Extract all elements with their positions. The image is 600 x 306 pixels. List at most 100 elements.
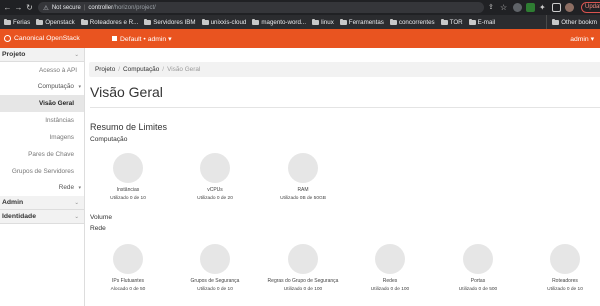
sidebar-item-key-pairs[interactable]: Pares de Chave — [0, 146, 84, 163]
network-heading: Rede — [90, 225, 106, 232]
sidebar-group-network[interactable]: Rede ▾ — [0, 180, 84, 196]
bookmarks-bar: Ferias Openstack Roteadores e R... Servi… — [0, 15, 600, 29]
pie-label: vCPUs — [207, 187, 223, 193]
pie-label: Portas — [470, 278, 486, 284]
breadcrumb-separator: / — [118, 66, 121, 73]
bookmark-folder[interactable]: E-mail — [468, 18, 496, 26]
sidebar-item-overview[interactable]: Visão Geral — [0, 95, 84, 112]
sidebar-section-admin[interactable]: Admin ⌄ — [0, 196, 84, 210]
folder-icon — [312, 18, 320, 25]
avatar[interactable] — [565, 3, 574, 12]
update-button[interactable]: Update — [581, 2, 600, 13]
sidebar-group-compute[interactable]: Computação ▾ — [0, 79, 84, 95]
pie-label: Regras do Grupo de Segurança — [267, 278, 339, 284]
sidebar-item-api-access[interactable]: Acesso à API — [0, 62, 84, 79]
chevron-down-icon: ⌄ — [74, 51, 79, 58]
address-bar[interactable]: ⚠ Not secure | controller /horizon/proje… — [38, 2, 484, 13]
folder-icon — [440, 18, 448, 25]
extension-icon[interactable] — [513, 3, 522, 12]
extension-icon[interactable] — [526, 3, 535, 12]
folder-icon — [144, 18, 152, 25]
bookmark-label: magento-word... — [261, 18, 307, 26]
url-path: /horizon/project/ — [113, 4, 156, 11]
top-navbar: Canonical OpenStack Default • admin ▾ ad… — [0, 29, 600, 48]
project-icon — [112, 36, 117, 41]
bookmark-label: E-mail — [477, 18, 496, 26]
group-label: Rede — [58, 184, 74, 191]
pie-usage: Alocado 0 de 50 — [110, 287, 146, 292]
bookmark-folder[interactable]: Ferramentas — [339, 18, 384, 26]
brand-logo[interactable]: Canonical OpenStack — [0, 35, 112, 42]
forward-icon[interactable]: → — [13, 3, 24, 12]
section-label: Projeto — [2, 51, 26, 58]
browser-toolbar: ← → ↻ ⚠ Not secure | controller /horizon… — [0, 0, 600, 15]
pie-usage: Utilizado 0 de 20 — [197, 196, 233, 201]
other-bookmarks[interactable]: Other bookm — [546, 15, 600, 29]
chevron-down-icon: ▾ — [78, 185, 81, 191]
chevron-down-icon: ▾ — [78, 84, 81, 90]
bookmark-folder[interactable]: linux — [312, 18, 334, 26]
ram-pie-chart — [288, 153, 318, 183]
project-selector-label: Default • admin ▾ — [120, 35, 172, 43]
sidebar-toggle-icon[interactable] — [552, 3, 561, 12]
openstack-logo-icon — [4, 35, 11, 42]
breadcrumb-item[interactable]: Computação — [123, 66, 159, 73]
folder-icon — [36, 18, 44, 25]
sidebar-item-images[interactable]: Imagens — [0, 129, 84, 146]
puzzle-icon[interactable]: ✦ — [539, 3, 548, 12]
pie-label: IPs Flutuantes — [112, 278, 144, 284]
chevron-down-icon: ⌄ — [74, 199, 79, 206]
breadcrumb-item[interactable]: Projeto — [95, 66, 115, 73]
bookmark-label: Openstack — [45, 18, 75, 26]
sidebar-item-instances[interactable]: Instâncias — [0, 112, 84, 129]
pie-usage: Utilizado 0 de 100 — [283, 287, 323, 292]
breadcrumb-separator: / — [162, 66, 165, 73]
group-label: Computação — [37, 83, 74, 90]
star-icon[interactable]: ☆ — [500, 3, 509, 12]
sidebar-item-server-groups[interactable]: Grupos de Servidores — [0, 163, 84, 180]
bookmark-folder[interactable]: concorrentes — [389, 18, 435, 26]
bookmark-folder[interactable]: Openstack — [36, 18, 75, 26]
security-group-rules-pie-chart — [288, 244, 318, 274]
pie-label: Redes — [382, 278, 398, 284]
section-label: Identidade — [2, 213, 36, 220]
url-separator: | — [83, 4, 86, 11]
bookmark-folder[interactable]: TOR — [440, 18, 463, 26]
user-menu[interactable]: admin ▾ — [570, 35, 594, 43]
url-host: controller — [88, 4, 114, 11]
folder-icon — [552, 18, 560, 25]
breadcrumb-current: Visão Geral — [167, 66, 201, 73]
folder-icon — [468, 18, 476, 25]
bookmark-folder[interactable]: unixxis-cloud — [201, 18, 246, 26]
sidebar-section-identity[interactable]: Identidade ⌄ — [0, 210, 84, 224]
brand-name: Canonical OpenStack — [14, 35, 80, 42]
breadcrumb: Projeto / Computação / Visão Geral — [89, 62, 600, 77]
pie-usage: Utilizado 0 de 100 — [370, 287, 410, 292]
folder-icon — [80, 18, 88, 25]
bookmark-folder[interactable]: Ferias — [4, 18, 31, 26]
bookmark-folder[interactable]: Servidores IBM — [144, 18, 196, 26]
sidebar: Projeto ⌄ Acesso à API Computação ▾ Visã… — [0, 48, 85, 306]
folder-icon — [4, 18, 11, 25]
bookmark-label: Ferias — [13, 18, 31, 26]
folder-icon — [252, 18, 260, 25]
pie-usage: Utilizado 0 de 500 — [458, 287, 498, 292]
section-label: Admin — [2, 199, 24, 206]
folder-icon — [389, 18, 397, 25]
volume-heading: Volume — [90, 214, 112, 221]
share-icon[interactable]: ⇪ — [488, 3, 497, 12]
folder-icon — [339, 18, 347, 25]
bookmark-label: linux — [321, 18, 334, 26]
ports-pie-chart — [463, 244, 493, 274]
back-icon[interactable]: ← — [2, 3, 13, 12]
sidebar-section-project[interactable]: Projeto ⌄ — [0, 48, 84, 62]
warning-icon: ⚠ — [43, 4, 49, 12]
bookmark-folder[interactable]: Roteadores e R... — [80, 18, 138, 26]
pie-usage: Utilizado 0 de 10 — [197, 287, 233, 292]
project-selector[interactable]: Default • admin ▾ — [112, 35, 172, 43]
instances-pie-chart — [113, 153, 143, 183]
reload-icon[interactable]: ↻ — [24, 3, 35, 12]
pie-usage: Utilizado 0 de 10 — [110, 196, 146, 201]
bookmark-folder[interactable]: magento-word... — [252, 18, 307, 26]
pie-label: Instâncias — [116, 187, 140, 193]
